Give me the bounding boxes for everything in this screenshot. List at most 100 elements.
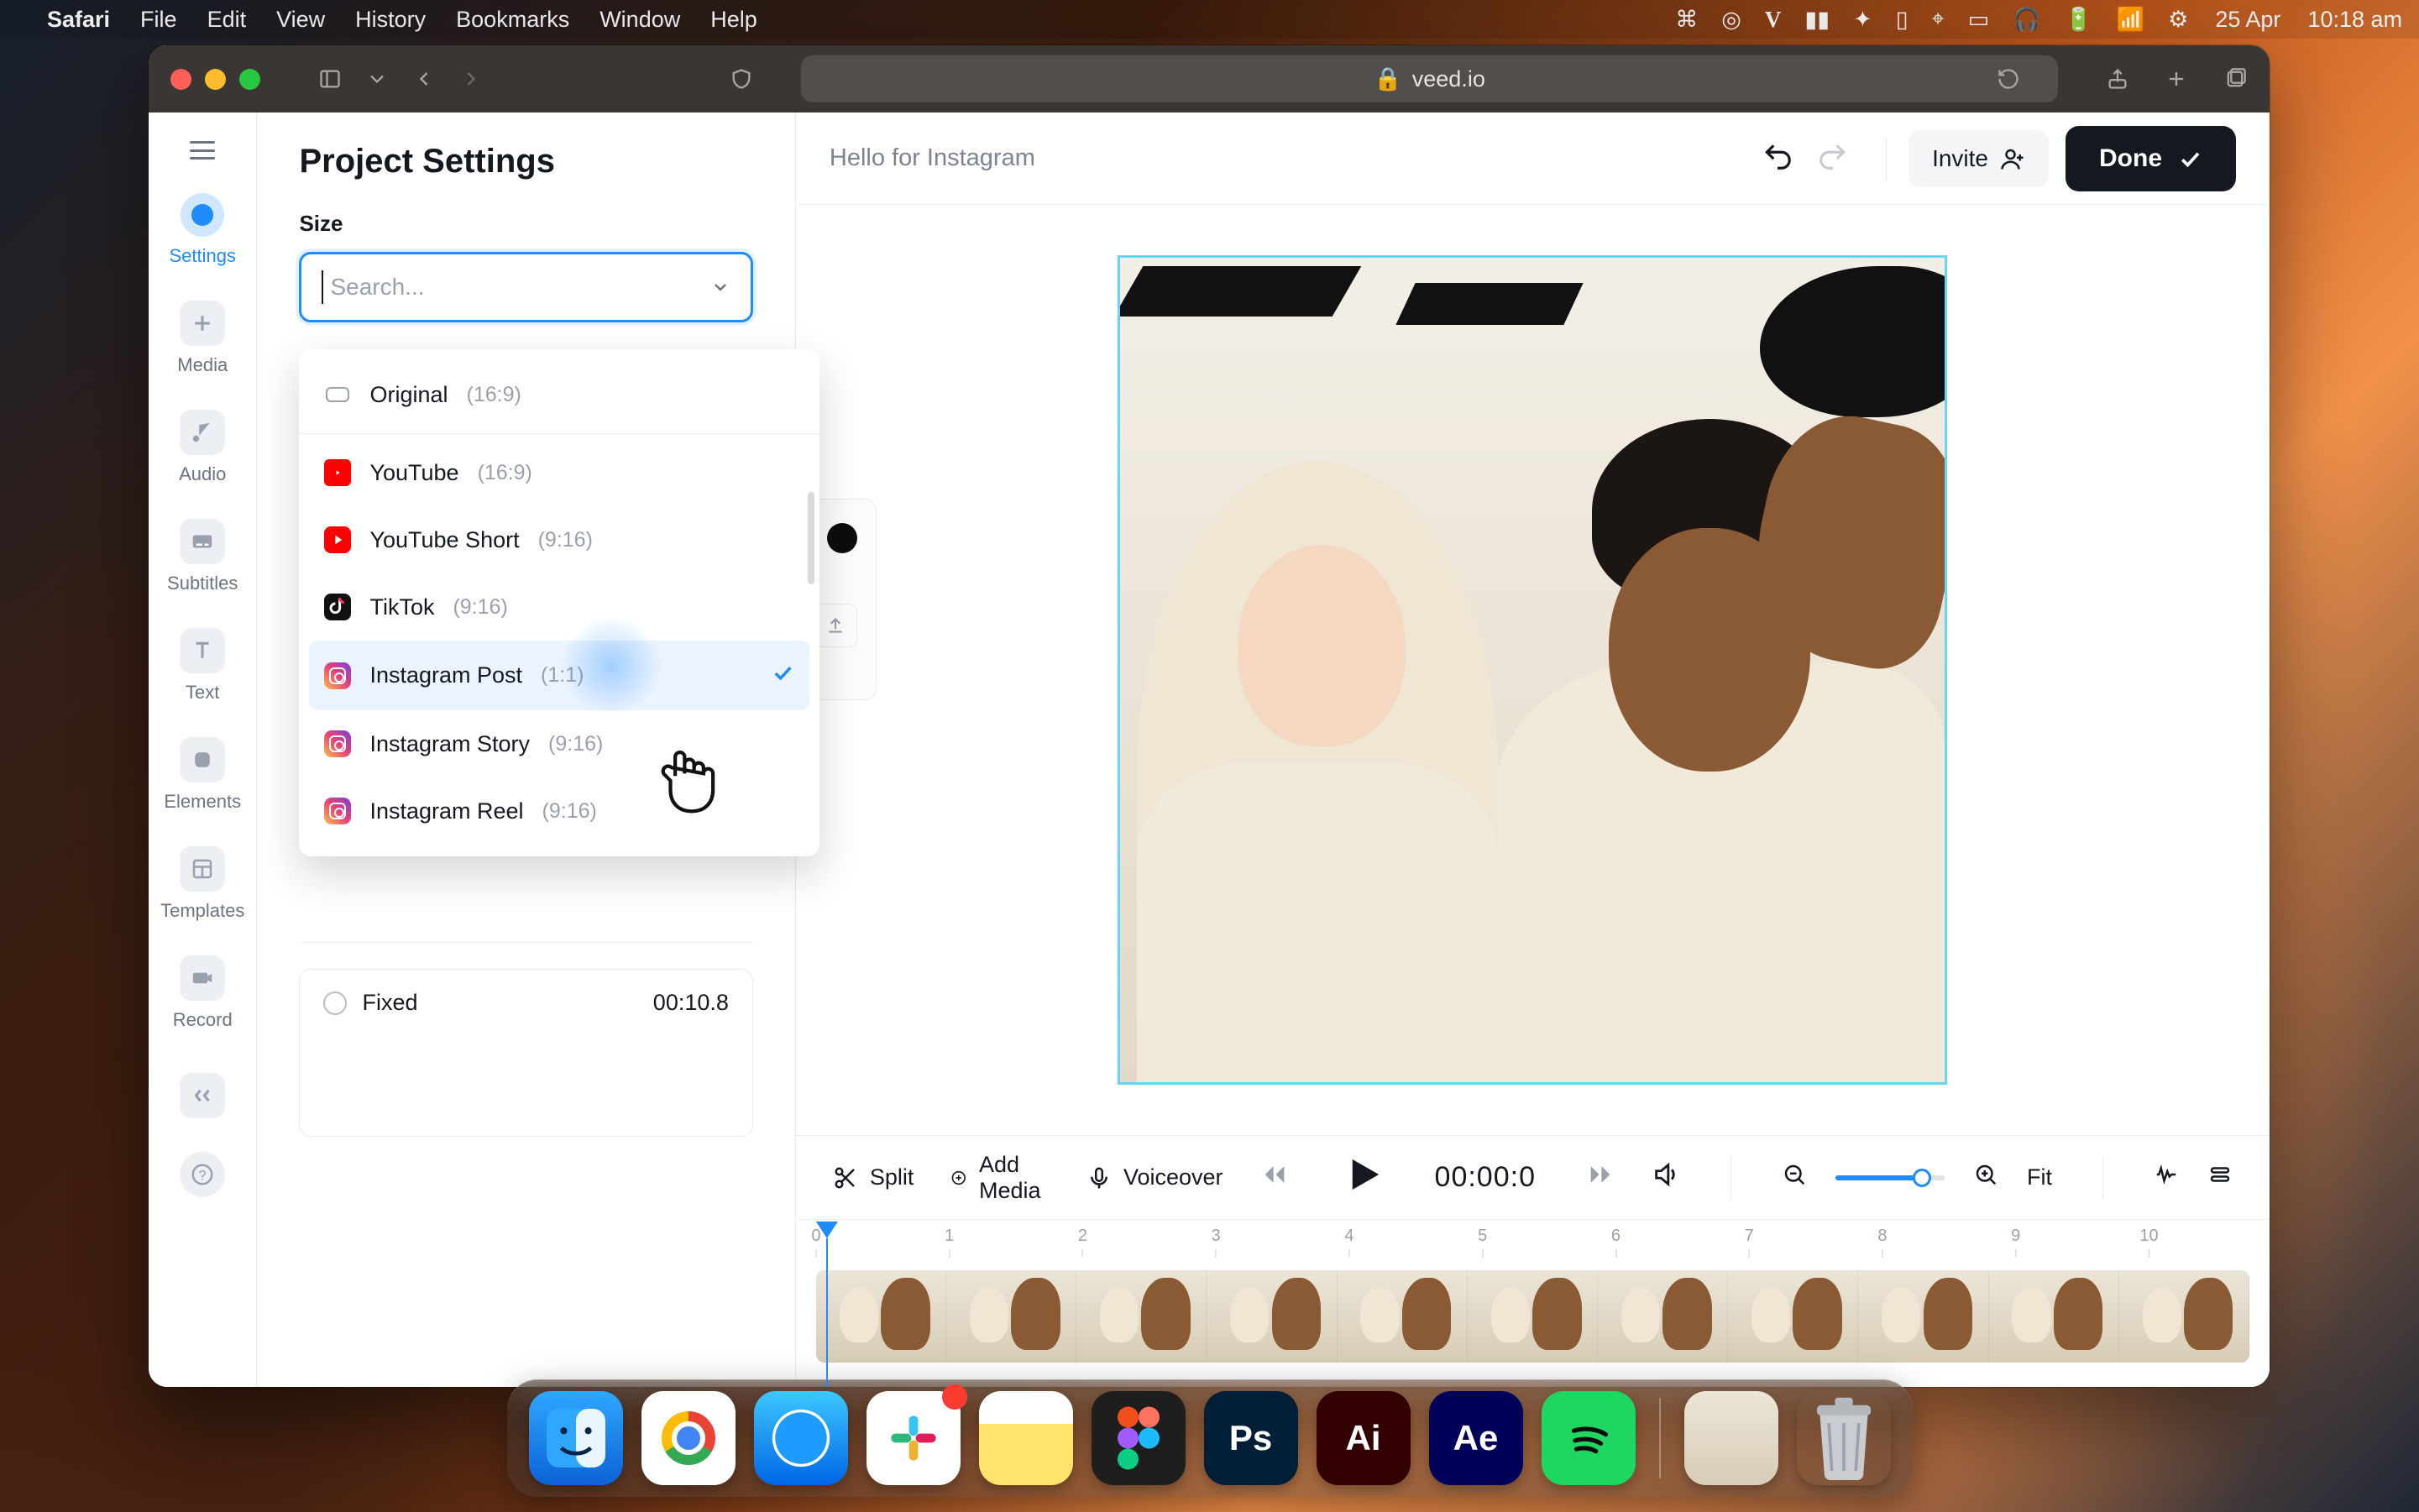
rail-item-subtitles[interactable]: Subtitles: [167, 519, 238, 594]
invite-button[interactable]: Invite: [1908, 130, 2049, 187]
dock-app-illustrator[interactable]: Ai: [1317, 1391, 1411, 1485]
radio-fixed[interactable]: [323, 991, 347, 1015]
upload-background-button[interactable]: [814, 604, 857, 647]
dock-app-figma[interactable]: [1092, 1391, 1186, 1485]
toolbar-dropdown-icon[interactable]: [364, 66, 390, 92]
window-close-button[interactable]: [170, 69, 191, 90]
status-icon[interactable]: ▯: [1896, 7, 1908, 33]
rail-item-templates[interactable]: Templates: [160, 846, 244, 922]
video-track[interactable]: [816, 1270, 2249, 1363]
tick: 3: [1212, 1227, 1221, 1258]
dock-app-finder[interactable]: [529, 1391, 623, 1485]
size-option-youtube[interactable]: YouTube (16:9): [299, 439, 819, 506]
battery-icon[interactable]: 🔋: [2065, 6, 2093, 33]
status-icon[interactable]: ◎: [1721, 7, 1741, 33]
undo-button[interactable]: [1762, 140, 1793, 176]
canvas-area[interactable]: [796, 205, 2270, 1135]
play-button[interactable]: [1339, 1152, 1385, 1203]
size-option-instagram-story[interactable]: Instagram Story (9:16): [299, 710, 819, 777]
wifi-icon[interactable]: 📶: [2117, 6, 2145, 33]
done-label: Done: [2099, 144, 2162, 173]
dock-app-photoshop[interactable]: Ps: [1204, 1391, 1298, 1485]
zoom-fit-button[interactable]: Fit: [2027, 1164, 2052, 1190]
timeline-settings-button[interactable]: [2207, 1162, 2233, 1193]
size-option-instagram-post[interactable]: Instagram Post (1:1): [309, 641, 809, 710]
menubar-bookmarks[interactable]: Bookmarks: [456, 7, 569, 33]
display-icon[interactable]: ▭: [1968, 7, 1990, 33]
menubar-help[interactable]: Help: [710, 7, 757, 33]
nav-back-icon[interactable]: [411, 66, 437, 92]
menubar-history[interactable]: History: [355, 7, 426, 33]
volume-button[interactable]: [1652, 1160, 1680, 1195]
control-center-icon[interactable]: ⚙: [2168, 7, 2188, 33]
dock-app-slack[interactable]: [867, 1391, 961, 1485]
color-swatch-black[interactable]: [827, 523, 857, 553]
share-icon[interactable]: [2105, 66, 2130, 92]
rail-item-record[interactable]: Record: [173, 955, 233, 1031]
menubar-window[interactable]: Window: [600, 7, 680, 33]
new-tab-icon[interactable]: [2164, 66, 2189, 92]
menubar-time[interactable]: 10:18 am: [2307, 7, 2402, 33]
rail-item-settings[interactable]: Settings: [169, 193, 236, 267]
size-search-input[interactable]: Search...: [299, 252, 752, 322]
headphones-icon[interactable]: 🎧: [2013, 6, 2041, 33]
skip-back-button[interactable]: [1260, 1160, 1289, 1195]
rail-item-collapse[interactable]: [180, 1073, 225, 1118]
tabs-overview-icon[interactable]: [2223, 66, 2248, 92]
done-button[interactable]: Done: [2066, 126, 2236, 191]
redo-button[interactable]: [1817, 140, 1849, 176]
sidebar-toggle-icon[interactable]: [317, 66, 343, 92]
zoom-slider[interactable]: [1835, 1175, 1945, 1180]
duration-card: Fixed 00:10.8: [299, 969, 752, 1137]
skip-forward-button[interactable]: [1586, 1160, 1615, 1195]
voiceover-button[interactable]: Voiceover: [1086, 1164, 1223, 1190]
nav-forward-icon[interactable]: [458, 66, 484, 92]
rail-menu-item[interactable]: [190, 141, 215, 160]
add-media-button[interactable]: Add Media: [950, 1152, 1050, 1204]
dock-app-spotify[interactable]: [1542, 1391, 1636, 1485]
privacy-shield-icon[interactable]: [729, 66, 754, 92]
menubar-view[interactable]: View: [276, 7, 325, 33]
dock-app-chrome[interactable]: [641, 1391, 736, 1485]
size-option-original[interactable]: Original (16:9): [299, 361, 819, 428]
rail-item-media[interactable]: Media: [177, 301, 228, 376]
check-icon: [771, 661, 794, 690]
dropdown-scrollbar[interactable]: [808, 492, 814, 584]
zoom-out-button[interactable]: [1782, 1162, 1807, 1193]
size-option-tiktok[interactable]: TikTok (9:16): [299, 573, 819, 641]
rail-item-text[interactable]: Text: [180, 628, 225, 704]
dock-app-safari[interactable]: [754, 1391, 848, 1485]
rail-item-elements[interactable]: Elements: [164, 737, 241, 813]
menubar-edit[interactable]: Edit: [207, 7, 247, 33]
waveform-toggle[interactable]: [2154, 1162, 2179, 1193]
playhead[interactable]: [816, 1222, 838, 1387]
project-name[interactable]: Hello for Instagram: [830, 144, 1035, 172]
window-fullscreen-button[interactable]: [239, 69, 260, 90]
window-minimize-button[interactable]: [205, 69, 226, 90]
rail-item-audio[interactable]: Audio: [179, 410, 226, 485]
zoom-in-button[interactable]: [1973, 1162, 1998, 1193]
menubar-date[interactable]: 25 Apr: [2215, 7, 2280, 33]
search-placeholder: Search...: [330, 274, 424, 301]
dock-app-notes[interactable]: [979, 1391, 1073, 1485]
reload-icon[interactable]: [1996, 66, 2021, 92]
canvas-frame[interactable]: [1118, 255, 1947, 1085]
status-icon[interactable]: V: [1765, 7, 1782, 33]
status-icon[interactable]: ⌘: [1675, 7, 1698, 33]
menubar-app-name[interactable]: Safari: [47, 7, 110, 33]
dock-trash[interactable]: [1797, 1391, 1891, 1485]
status-icon[interactable]: ▮▮: [1804, 7, 1830, 33]
timeline-ruler[interactable]: 0 1 2 3 4 5 6 7 8 9 10: [816, 1227, 2249, 1265]
status-icon[interactable]: ✦: [1853, 7, 1872, 33]
dock-recent-file[interactable]: [1684, 1391, 1778, 1485]
rail-label: Elements: [164, 791, 241, 813]
bluetooth-icon[interactable]: ⌖: [1932, 6, 1945, 33]
menubar-file[interactable]: File: [140, 7, 177, 33]
size-option-instagram-reel[interactable]: Instagram Reel (9:16): [299, 777, 819, 845]
rail-item-help[interactable]: ?: [180, 1152, 225, 1197]
timeline[interactable]: 0 1 2 3 4 5 6 7 8 9 10: [796, 1219, 2270, 1387]
split-button[interactable]: Split: [833, 1164, 914, 1190]
address-bar[interactable]: 🔒 veed.io: [801, 55, 2058, 102]
size-option-youtube-short[interactable]: YouTube Short (9:16): [299, 506, 819, 573]
dock-app-aftereffects[interactable]: Ae: [1429, 1391, 1523, 1485]
